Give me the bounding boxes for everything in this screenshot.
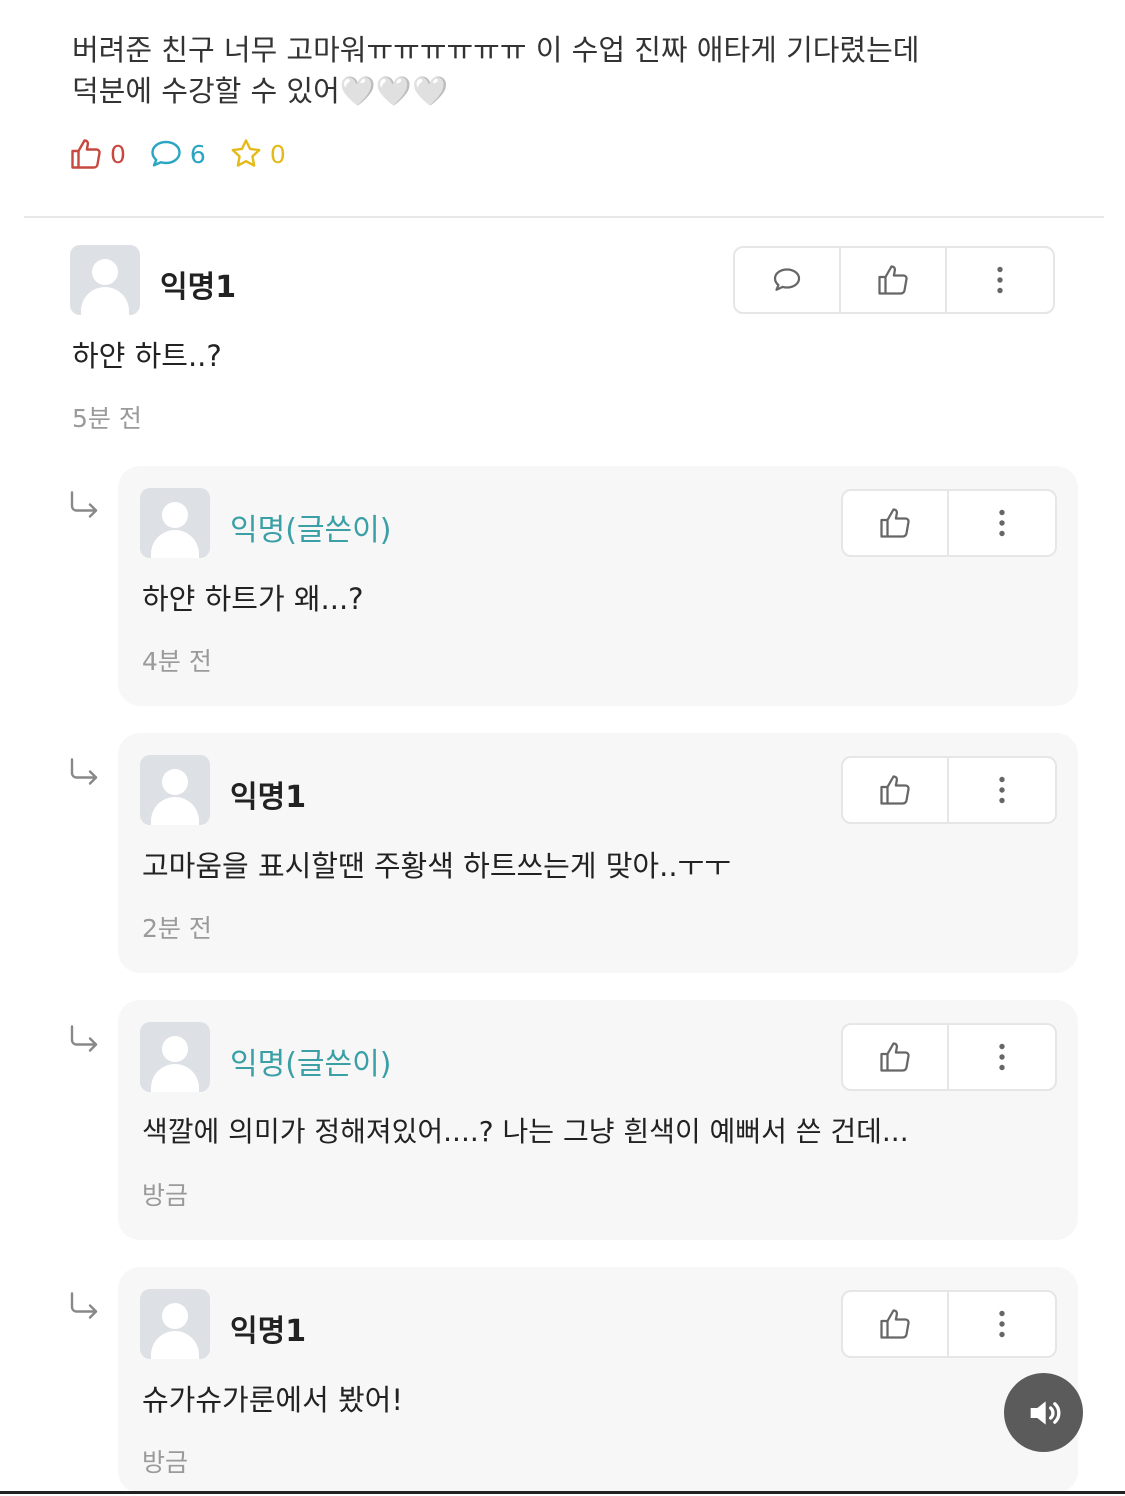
reply-author: 익명(글쓴이) <box>230 1047 392 1082</box>
like-button[interactable] <box>843 1025 949 1089</box>
comment-text: 하얀 하트..? <box>72 339 222 373</box>
speech-bubble-icon <box>151 140 181 167</box>
bottom-edge-line <box>0 1491 1125 1494</box>
reply-time: 4분 전 <box>142 647 212 676</box>
reply-actions <box>841 489 1057 557</box>
thumbs-up-icon <box>878 265 908 295</box>
reply-text: 색깔에 의미가 정해져있어....? 나는 그냥 흰색이 예뻐서 쓴 건데... <box>142 1115 909 1148</box>
more-button[interactable] <box>947 248 1053 312</box>
speaker-icon <box>1030 1400 1060 1425</box>
more-button[interactable] <box>949 758 1055 822</box>
more-button[interactable] <box>949 1292 1055 1356</box>
comment-author: 익명1 <box>160 270 237 305</box>
reply-actions <box>841 1290 1057 1358</box>
reply-author: 익명1 <box>230 780 307 815</box>
reply-time: 방금 <box>142 1448 189 1477</box>
like-button[interactable] <box>843 491 949 555</box>
post-body: 버려준 친구 너무 고마워ㅠㅠㅠㅠㅠㅠ 이 수업 진짜 애타게 기다렸는데 덕분… <box>72 30 1072 112</box>
avatar <box>140 488 210 558</box>
more-vertical-icon <box>999 1043 1005 1071</box>
reply-actions <box>841 756 1057 824</box>
speech-bubble-icon <box>773 268 801 291</box>
post-text-line-1: 버려준 친구 너무 고마워ㅠㅠㅠㅠㅠㅠ 이 수업 진짜 애타게 기다렸는데 <box>72 33 920 67</box>
post-divider <box>24 216 1104 218</box>
comment-count: 6 <box>189 139 206 169</box>
avatar <box>140 1289 210 1359</box>
star-icon <box>231 139 261 167</box>
comment-actions <box>733 246 1055 314</box>
reply-arrow-icon <box>70 1292 98 1319</box>
avatar <box>140 755 210 825</box>
like-button[interactable] <box>843 758 949 822</box>
reply-button[interactable] <box>735 248 841 312</box>
reply-arrow-icon <box>70 1025 98 1052</box>
reply-text: 슈가슈가룬에서 봤어! <box>142 1383 403 1417</box>
post-stats: 0 6 0 <box>68 134 308 174</box>
thumbs-up-icon <box>880 1309 910 1339</box>
thumbs-up-icon <box>880 508 910 538</box>
reply-time: 방금 <box>142 1181 189 1210</box>
more-vertical-icon <box>999 509 1005 537</box>
sound-toggle-button[interactable] <box>1004 1373 1083 1452</box>
reply-arrow-icon <box>70 491 98 518</box>
more-vertical-icon <box>999 776 1005 804</box>
like-stat[interactable]: 0 <box>68 136 126 172</box>
like-button[interactable] <box>841 248 947 312</box>
like-count: 0 <box>110 139 126 169</box>
thumbs-up-icon <box>71 139 101 169</box>
reply-arrow-icon <box>70 758 98 785</box>
reply-author: 익명1 <box>230 1314 307 1349</box>
reply-text: 하얀 하트가 왜...? <box>142 582 364 616</box>
more-vertical-icon <box>999 1310 1005 1338</box>
reply-author: 익명(글쓴이) <box>230 513 392 548</box>
thumbs-up-icon <box>880 1042 910 1072</box>
avatar <box>140 1022 210 1092</box>
post-text-line-2: 덕분에 수강할 수 있어🤍🤍🤍 <box>72 74 449 108</box>
reply-text: 고마움을 표시할땐 주황색 하트쓰는게 맞아..ㅜㅜ <box>142 849 731 883</box>
more-button[interactable] <box>949 1025 1055 1089</box>
reply-actions <box>841 1023 1057 1091</box>
comment-time: 5분 전 <box>72 404 142 433</box>
scrap-stat[interactable]: 0 <box>228 136 286 172</box>
more-button[interactable] <box>949 491 1055 555</box>
more-vertical-icon <box>997 266 1003 294</box>
thumbs-up-icon <box>880 775 910 805</box>
like-button[interactable] <box>843 1292 949 1356</box>
comment-stat[interactable]: 6 <box>148 136 206 172</box>
avatar <box>70 245 140 315</box>
reply-time: 2분 전 <box>142 914 212 943</box>
scrap-count: 0 <box>269 139 286 169</box>
